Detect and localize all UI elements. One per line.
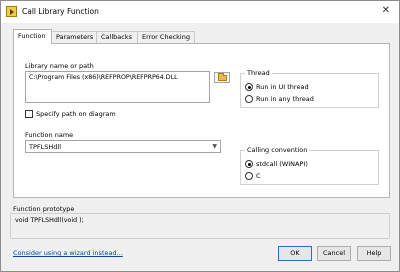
function-name-label: Function name (25, 131, 74, 139)
function-prototype-label: Function prototype (13, 205, 75, 213)
c-convention-radio[interactable] (245, 172, 253, 180)
title-bar: Call Library Function ✕ (1, 1, 399, 23)
function-prototype-box: void TPFLSHdll(void ); (10, 213, 390, 239)
stdcall-label: stdcall (WINAPI) (256, 160, 308, 168)
tab-label: Parameters (56, 33, 94, 41)
run-ui-thread-label: Run in UI thread (256, 83, 309, 91)
c-convention-label: C (256, 172, 261, 180)
chevron-down-icon[interactable]: ▼ (212, 143, 217, 150)
function-tab-panel: Library name or path C:\Program Files (x… (13, 43, 390, 198)
calling-convention-group: Calling convention stdcall (WINAPI) C (240, 146, 379, 185)
tab-label: Error Checking (142, 33, 190, 41)
library-name-label: Library name or path (25, 62, 94, 70)
window-title: Call Library Function (22, 7, 99, 16)
run-any-thread-label: Run in any thread (256, 95, 314, 103)
tab-label: Callbacks (101, 33, 132, 41)
run-ui-thread-radio[interactable] (245, 83, 253, 91)
tab-label: Function (18, 32, 46, 40)
tab-parameters[interactable]: Parameters (51, 31, 97, 43)
specify-path-label: Specify path on diagram (36, 110, 116, 118)
function-name-combo[interactable]: TPFLSHdll ▼ (25, 140, 221, 153)
function-name-value: TPFLSHdll (29, 143, 62, 151)
tab-callbacks[interactable]: Callbacks (96, 31, 138, 43)
thread-group-title: Thread (245, 69, 272, 77)
close-icon[interactable]: ✕ (382, 5, 390, 16)
labview-vi-icon (6, 6, 17, 17)
folder-icon (218, 73, 227, 81)
cancel-button[interactable]: Cancel (317, 246, 351, 261)
tab-error-checking[interactable]: Error Checking (137, 31, 195, 43)
function-prototype-value: void TPFLSHdll(void ); (15, 217, 84, 224)
dialog-window: Call Library Function ✕ Function Paramet… (0, 0, 400, 272)
help-button[interactable]: Help (357, 246, 391, 261)
wizard-link[interactable]: Consider using a wizard instead... (13, 249, 123, 257)
ok-button[interactable]: OK (278, 246, 312, 261)
run-any-thread-radio[interactable] (245, 95, 253, 103)
tab-function[interactable]: Function (13, 29, 52, 44)
library-path-input[interactable]: C:\Program Files (x86)\REFPROP\REFPRP64.… (25, 71, 210, 103)
calling-convention-title: Calling convention (245, 146, 310, 154)
stdcall-radio[interactable] (245, 160, 253, 168)
thread-group: Thread Run in UI thread Run in any threa… (240, 69, 379, 108)
specify-path-checkbox[interactable] (25, 110, 33, 118)
browse-folder-button[interactable] (214, 72, 230, 83)
